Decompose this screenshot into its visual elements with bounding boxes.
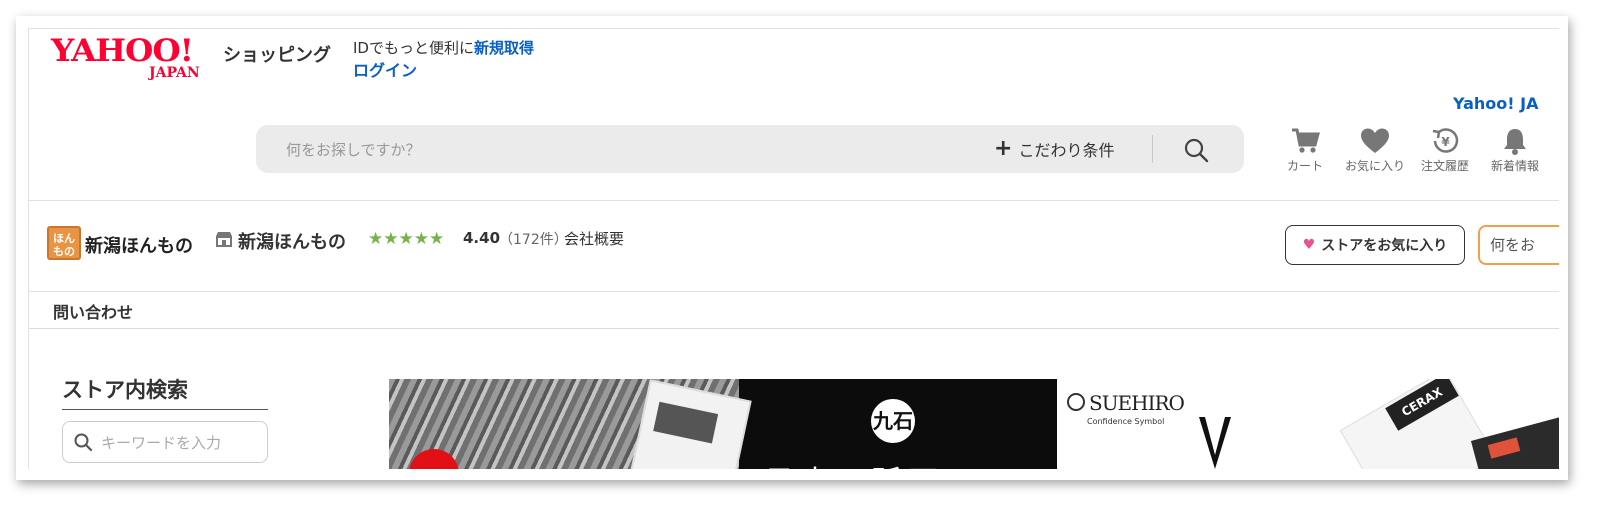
suehiro-emblem-icon xyxy=(1067,393,1085,411)
login-link[interactable]: ログイン xyxy=(353,57,417,81)
promo-banner-whetstone[interactable]: 九石 日本の砥石 xyxy=(389,379,1057,469)
rating-value[interactable]: 4.40 xyxy=(463,229,500,247)
id-promo: IDでもっと便利に新規取得 xyxy=(353,37,534,58)
rating-stars: ★★★★★ xyxy=(368,229,445,249)
store-logo-image[interactable]: ほん もの xyxy=(47,226,81,260)
favorite-store-label: ストアをお気に入り xyxy=(1321,238,1448,254)
page-content: YAHOO! JAPAN ショッピング IDでもっと便利に新規取得 ログイン Y… xyxy=(28,28,1559,469)
shopping-label[interactable]: ショッピング xyxy=(223,41,331,67)
keyword-placeholder: キーワードを入力 xyxy=(101,434,222,452)
nav-notifications[interactable]: 新着情報 xyxy=(1475,127,1555,174)
store-search-title: ストア内検索 xyxy=(62,378,188,402)
svg-text:ほん: ほん xyxy=(53,232,75,245)
search-button[interactable] xyxy=(1181,135,1211,165)
conditions-label: こだわり条件 xyxy=(1018,141,1115,160)
store-logo-mark-icon: ほん もの xyxy=(49,228,79,258)
register-link[interactable]: 新規取得 xyxy=(474,39,534,57)
id-promo-text: IDでもっと便利に xyxy=(353,39,474,57)
yahoo-japan-logo[interactable]: YAHOO! JAPAN xyxy=(51,35,200,81)
conditions-button[interactable]: + こだわり条件 xyxy=(994,137,1114,161)
nav-favorites-label: お気に入り xyxy=(1344,159,1405,173)
nav-divider xyxy=(29,328,1559,329)
bell-icon xyxy=(1504,129,1526,155)
nav-notifications-label: 新着情報 xyxy=(1490,159,1539,173)
contact-link[interactable]: 問い合わせ xyxy=(53,299,133,323)
company-info-link[interactable]: 会社概要 xyxy=(564,228,624,249)
svg-text:¥: ¥ xyxy=(1441,135,1450,149)
search-icon xyxy=(1184,138,1209,163)
page-frame: YAHOO! JAPAN ショッピング IDでもっと便利に新規取得 ログイン Y… xyxy=(16,16,1568,480)
nav-cart[interactable]: カート xyxy=(1265,127,1345,174)
nav-favorites[interactable]: お気に入り xyxy=(1335,127,1415,174)
yahoo-japan-link[interactable]: Yahoo! JA xyxy=(1453,94,1539,113)
heart-icon: ♥ xyxy=(1302,237,1316,253)
brand-seal: 九石 xyxy=(871,399,915,443)
nav-order-history-label: 注文履歴 xyxy=(1420,159,1469,173)
banner-headline: 日本の砥石 xyxy=(764,457,944,469)
cart-icon xyxy=(1292,128,1320,153)
order-history-icon: ¥ xyxy=(1432,128,1459,153)
logo-japan-text: JAPAN xyxy=(149,65,200,81)
sidebar-title-underline xyxy=(62,409,268,410)
search-bar: 何をお探しですか？ + こだわり条件 xyxy=(256,125,1244,173)
search-input[interactable]: 何をお探しですか？ xyxy=(286,139,421,160)
store-search-input[interactable]: 何をお xyxy=(1478,225,1559,265)
search-icon xyxy=(74,433,93,452)
keyword-search-field[interactable]: キーワードを入力 xyxy=(62,421,268,463)
promo-banner-suehiro[interactable]: SUEHIRO Confidence Symbol CERAX xyxy=(1057,379,1559,469)
v-graphic-icon xyxy=(1199,417,1231,469)
heart-icon xyxy=(1361,128,1389,153)
favorite-store-button[interactable]: ♥ ストアをお気に入り xyxy=(1285,225,1465,265)
plus-icon: + xyxy=(994,136,1013,161)
store-divider xyxy=(29,291,1559,292)
svg-text:もの: もの xyxy=(53,245,75,258)
nav-order-history[interactable]: ¥ 注文履歴 xyxy=(1405,127,1485,174)
store-logo-text[interactable]: 新潟ほんもの xyxy=(85,232,193,258)
suehiro-tagline: Confidence Symbol xyxy=(1087,417,1165,426)
header-divider xyxy=(29,200,1559,201)
store-name[interactable]: 新潟ほんもの xyxy=(238,228,346,254)
store-icon xyxy=(215,231,233,251)
review-count[interactable]: （172件） xyxy=(499,229,568,249)
logo-yahoo-text: YAHOO! xyxy=(51,33,194,69)
nav-cart-label: カート xyxy=(1286,159,1323,173)
suehiro-brand: SUEHIRO xyxy=(1089,391,1185,415)
search-divider xyxy=(1152,135,1153,163)
